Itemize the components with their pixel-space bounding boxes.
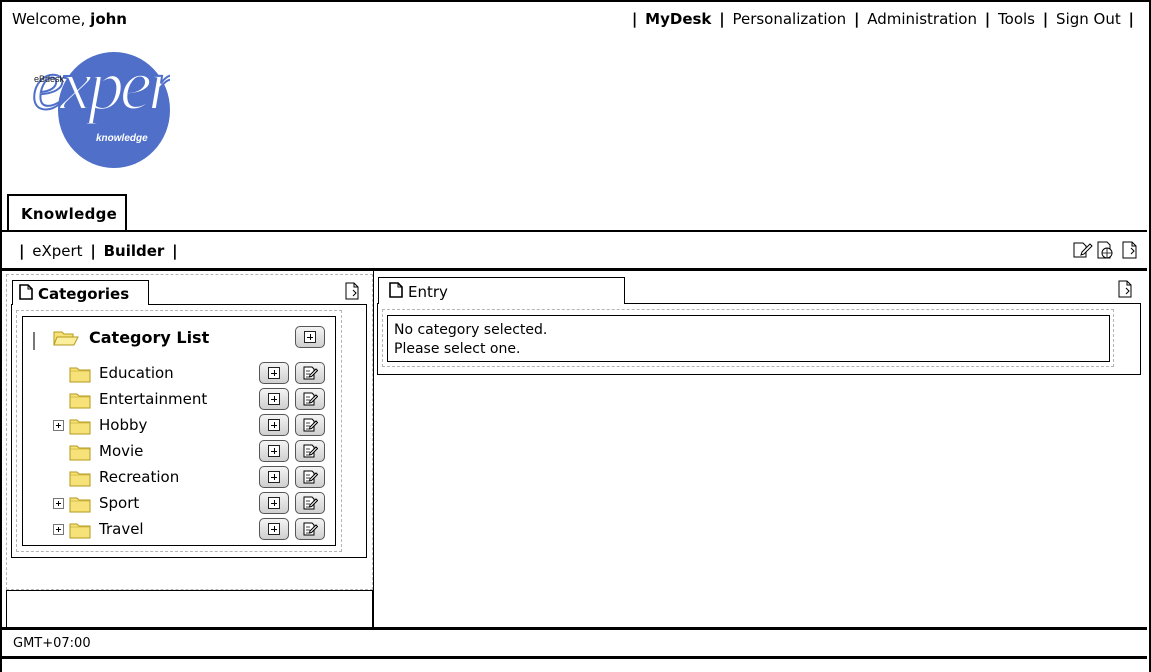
- entry-new-icon[interactable]: [1117, 280, 1133, 302]
- expand-icon[interactable]: [53, 498, 64, 509]
- plus-icon: [268, 419, 280, 431]
- edit-icon: [303, 392, 318, 406]
- category-root-row: Category List: [23, 325, 335, 351]
- folder-icon: [69, 443, 91, 465]
- plus-icon: [268, 497, 280, 509]
- new-doc-icon[interactable]: [1119, 240, 1141, 264]
- entry-message-box: No category selected. Please select one.: [387, 315, 1110, 362]
- plus-icon: [268, 367, 280, 379]
- edit-doc-icon[interactable]: [1071, 240, 1093, 264]
- category-label[interactable]: Movie: [99, 442, 143, 460]
- nav-administration[interactable]: Administration: [867, 10, 977, 28]
- edit-category-button[interactable]: [295, 440, 325, 462]
- subnav-toolbar: [1071, 240, 1141, 264]
- username: john: [90, 10, 127, 28]
- tab-bar-divider: [2, 230, 1147, 232]
- category-root-label: Category List: [89, 328, 210, 347]
- nav-tools[interactable]: Tools: [998, 10, 1035, 28]
- category-label[interactable]: Hobby: [99, 416, 147, 434]
- plus-icon: [268, 393, 280, 405]
- add-subcategory-button[interactable]: [259, 362, 289, 384]
- category-row[interactable]: Movie: [23, 439, 335, 465]
- edit-category-button[interactable]: [295, 518, 325, 540]
- edit-category-button[interactable]: [295, 362, 325, 384]
- edit-category-button[interactable]: [295, 492, 325, 514]
- svg-text:knowledge: knowledge: [96, 133, 148, 144]
- edit-icon: [303, 418, 318, 432]
- subnav-expert[interactable]: eXpert: [32, 242, 82, 260]
- plus-icon: [268, 471, 280, 483]
- categories-title: Categories: [38, 285, 130, 303]
- categories-tab: Categories: [12, 280, 149, 305]
- add-subcategory-button[interactable]: [259, 388, 289, 410]
- category-label[interactable]: Sport: [99, 494, 139, 512]
- subnav-builder[interactable]: Builder: [104, 242, 165, 260]
- entry-message-line1: No category selected.: [394, 322, 548, 338]
- edit-icon: [303, 444, 318, 458]
- column-divider: [373, 271, 374, 628]
- sub-navigation: | eXpert | Builder |: [19, 242, 178, 260]
- folder-icon: [69, 391, 91, 413]
- category-row[interactable]: Sport: [23, 491, 335, 517]
- top-navigation: | MyDesk | Personalization | Administrat…: [631, 10, 1134, 28]
- footer-divider: [2, 627, 1147, 630]
- entry-message-line2: Please select one.: [394, 341, 521, 357]
- nav-mydesk[interactable]: MyDesk: [645, 10, 711, 28]
- entry-tab: Entry: [378, 277, 625, 304]
- edit-category-button[interactable]: [295, 414, 325, 436]
- svg-text:eBdesk: eBdesk: [34, 74, 65, 84]
- nav-sign-out[interactable]: Sign Out: [1056, 10, 1121, 28]
- category-label[interactable]: Entertainment: [99, 390, 207, 408]
- category-label[interactable]: Education: [99, 364, 174, 382]
- add-root-category-button[interactable]: [295, 326, 325, 348]
- add-subcategory-button[interactable]: [259, 466, 289, 488]
- collapse-icon[interactable]: [33, 332, 35, 350]
- category-row[interactable]: Entertainment: [23, 387, 335, 413]
- category-row[interactable]: Education: [23, 361, 335, 387]
- add-subcategory-button[interactable]: [259, 414, 289, 436]
- add-subcategory-button[interactable]: [259, 492, 289, 514]
- expand-icon[interactable]: [53, 524, 64, 535]
- tab-knowledge[interactable]: Knowledge: [7, 194, 127, 231]
- folder-icon: [69, 469, 91, 491]
- edit-icon: [303, 470, 318, 484]
- category-label[interactable]: Travel: [99, 520, 144, 538]
- welcome-prefix: Welcome,: [12, 10, 86, 28]
- document-icon: [19, 284, 33, 304]
- folder-icon: [69, 417, 91, 439]
- timezone-label: GMT+07:00: [13, 636, 91, 651]
- category-row[interactable]: Recreation: [23, 465, 335, 491]
- folder-icon: [69, 521, 91, 543]
- add-subcategory-button[interactable]: [259, 518, 289, 540]
- welcome-message: Welcome, john: [12, 10, 127, 28]
- plus-icon: [268, 523, 280, 535]
- expert-knowledge-logo: expert expert eBdesk knowledge: [4, 44, 199, 172]
- folder-icon: [69, 495, 91, 517]
- expand-icon[interactable]: [53, 420, 64, 431]
- edit-icon: [303, 366, 318, 380]
- folder-icon: [69, 365, 91, 387]
- plus-icon: [268, 445, 280, 457]
- categories-new-icon[interactable]: [344, 282, 360, 304]
- footer-bottom-line: [2, 656, 1147, 659]
- plus-icon: [304, 331, 316, 343]
- edit-category-button[interactable]: [295, 466, 325, 488]
- category-tree: Category List Education Entertainment Hobb…: [22, 316, 336, 546]
- entry-title: Entry: [408, 283, 448, 301]
- edit-category-button[interactable]: [295, 388, 325, 410]
- category-row[interactable]: Hobby: [23, 413, 335, 439]
- web-doc-icon[interactable]: [1095, 240, 1117, 264]
- subnav-divider: [2, 268, 1147, 271]
- open-folder-icon: [53, 329, 79, 351]
- edit-icon: [303, 496, 318, 510]
- category-row[interactable]: Travel: [23, 517, 335, 543]
- edit-icon: [303, 522, 318, 536]
- category-label[interactable]: Recreation: [99, 468, 179, 486]
- nav-personalization[interactable]: Personalization: [732, 10, 846, 28]
- document-icon: [389, 282, 403, 302]
- add-subcategory-button[interactable]: [259, 440, 289, 462]
- left-bottom-box: [6, 590, 373, 628]
